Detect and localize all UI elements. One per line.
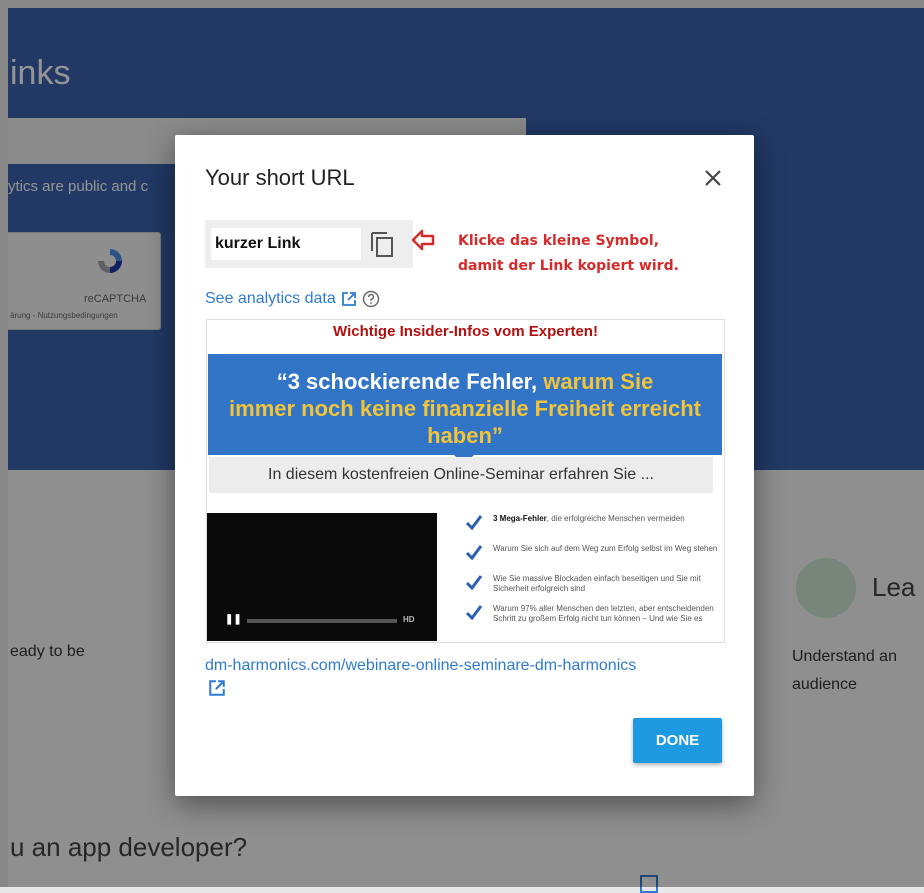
pause-icon: ❚❚ bbox=[225, 614, 242, 625]
copy-icon bbox=[371, 232, 393, 257]
preview-header: Wichtige Insider-Infos vom Experten! bbox=[333, 323, 598, 340]
annotation-text: Klicke das kleine Symbol, damit der Link… bbox=[458, 233, 679, 274]
checkmark-icon bbox=[465, 545, 483, 560]
list-item: Wie Sie massive Blockaden einfach beseit… bbox=[465, 574, 720, 596]
analytics-link-row[interactable]: See analytics data bbox=[205, 290, 380, 308]
target-url-link[interactable]: dm-harmonics.com/webinare-online-seminar… bbox=[205, 655, 636, 677]
checkmark-icon bbox=[465, 515, 483, 530]
close-icon bbox=[705, 170, 721, 186]
banner-text-gold-1: warum Sie bbox=[543, 369, 654, 394]
banner-text-white: “3 schockierende Fehler, bbox=[276, 369, 544, 394]
video-progress-bar bbox=[247, 619, 397, 623]
list-item: Warum 97% aller Menschen den letzten, ab… bbox=[465, 604, 720, 626]
list-item: 3 Mega-Fehler, die erfolgreiche Menschen… bbox=[465, 514, 720, 536]
short-url-dialog: Your short URL kurzer Link Klicke das kl… bbox=[175, 135, 754, 796]
preview-bullet-list: 3 Mega-Fehler, die erfolgreiche Menschen… bbox=[465, 514, 720, 634]
checkmark-icon bbox=[465, 575, 483, 590]
help-icon[interactable] bbox=[362, 290, 380, 308]
preview-video: ❚❚ HD bbox=[207, 513, 437, 641]
preview-banner: “3 schockierende Fehler, warum Sie immer… bbox=[208, 354, 722, 455]
copy-button[interactable] bbox=[369, 229, 397, 259]
analytics-link[interactable]: See analytics data bbox=[205, 290, 336, 308]
list-item: Warum Sie sich auf dem Weg zum Erfolg se… bbox=[465, 544, 720, 566]
dialog-title: Your short URL bbox=[205, 165, 355, 190]
annotation-arrow-icon bbox=[411, 229, 435, 251]
external-link-icon[interactable] bbox=[341, 291, 357, 307]
link-preview-image: Wichtige Insider-Infos vom Experten! “3 … bbox=[206, 319, 725, 643]
banner-text-gold-2: immer noch keine finanzielle Freiheit er… bbox=[229, 396, 701, 448]
done-button[interactable]: DONE bbox=[633, 718, 722, 763]
short-url-value[interactable]: kurzer Link bbox=[211, 228, 361, 260]
external-link-icon[interactable] bbox=[208, 679, 226, 697]
video-hd-label: HD bbox=[403, 615, 415, 624]
preview-subtitle: In diesem kostenfreien Online-Seminar er… bbox=[209, 457, 713, 493]
checkmark-icon bbox=[465, 605, 483, 620]
close-button[interactable] bbox=[700, 165, 726, 191]
